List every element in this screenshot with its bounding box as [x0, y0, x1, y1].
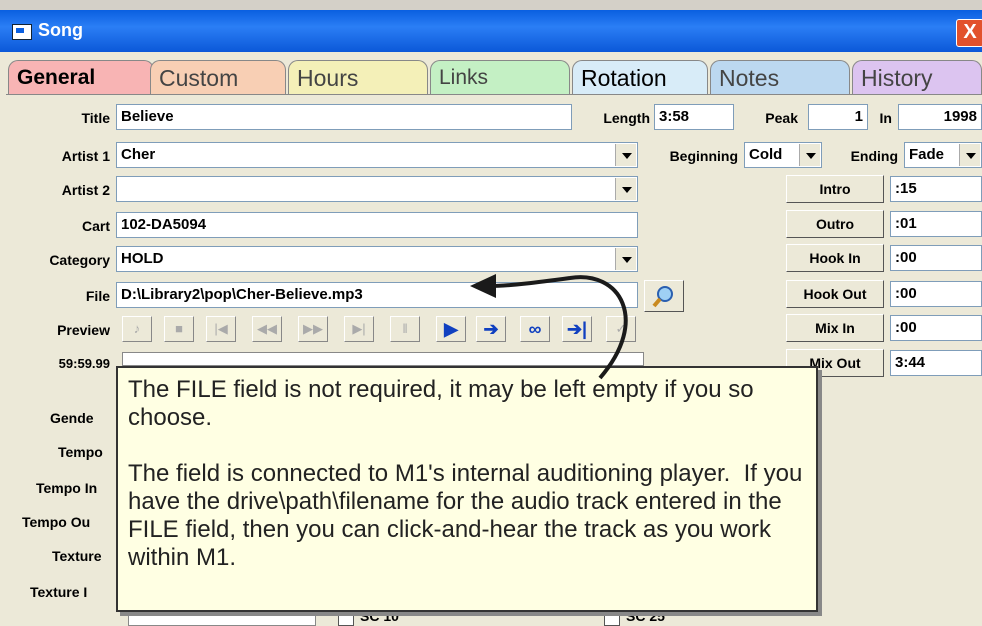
chevron-down-icon[interactable] — [615, 178, 636, 200]
ending-value: Fade — [909, 146, 945, 163]
category-label: Category — [49, 252, 110, 268]
curved-arrow-icon — [470, 274, 628, 380]
length-field[interactable]: 3:58 — [654, 104, 734, 130]
tempo-in-label: Tempo In — [36, 480, 98, 496]
chevron-down-icon[interactable] — [615, 144, 636, 166]
window-title: Song — [38, 20, 83, 40]
title-field[interactable]: Believe — [116, 104, 572, 130]
tab-history[interactable]: History — [852, 60, 982, 94]
length-label: Length — [603, 110, 650, 126]
chevron-down-icon[interactable] — [799, 144, 820, 166]
texture-in-label: Texture I — [30, 584, 88, 600]
beginning-label: Beginning — [669, 148, 738, 164]
artist2-dropdown[interactable] — [116, 176, 638, 202]
file-label: File — [85, 288, 110, 304]
ending-label: Ending — [850, 148, 898, 164]
in-field[interactable]: 1998 — [898, 104, 982, 130]
tab-rotation[interactable]: Rotation — [572, 60, 708, 94]
category-value: HOLD — [121, 250, 164, 267]
title-label: Title — [81, 110, 110, 126]
cart-field[interactable]: 102-DA5094 — [116, 212, 638, 238]
bottom-field[interactable] — [128, 610, 316, 626]
hook-out-field[interactable]: :00 — [890, 281, 982, 307]
intro-field[interactable]: :15 — [890, 176, 982, 202]
artist1-dropdown[interactable]: Cher — [116, 142, 638, 168]
ending-dropdown[interactable]: Fade — [904, 142, 982, 168]
preview-label: Preview — [57, 322, 110, 338]
cart-label: Cart — [81, 218, 110, 234]
tab-general[interactable]: General — [8, 60, 154, 94]
tempo-out-label: Tempo Ou — [22, 514, 91, 530]
chevron-down-icon[interactable] — [959, 144, 980, 166]
peak-label: Peak — [765, 110, 798, 126]
outro-field[interactable]: :01 — [890, 211, 982, 237]
forward-icon[interactable]: ▶▶ — [298, 316, 328, 342]
stop-icon[interactable]: ■ — [164, 316, 194, 342]
volume-icon[interactable]: ♪ — [122, 316, 152, 342]
gender-label: Gende — [50, 410, 94, 426]
time-readout-label: 59:59.99 — [58, 356, 110, 371]
artist1-label: Artist 1 — [61, 148, 110, 164]
app-icon — [12, 24, 32, 40]
artist2-label: Artist 2 — [61, 182, 110, 198]
callout-text: The FILE field is not required, it may b… — [128, 376, 803, 571]
sc10-checkbox[interactable] — [338, 610, 354, 626]
beginning-dropdown[interactable]: Cold — [744, 142, 822, 168]
mix-in-button[interactable]: Mix In — [786, 314, 884, 342]
hook-in-field[interactable]: :00 — [890, 245, 982, 271]
hook-in-button[interactable]: Hook In — [786, 244, 884, 272]
magnifier-icon — [652, 286, 673, 308]
mix-out-field[interactable]: 3:44 — [890, 350, 982, 376]
intro-button[interactable]: Intro — [786, 175, 884, 203]
pause-icon[interactable]: ‖ — [390, 316, 420, 342]
sc25-checkbox[interactable] — [604, 610, 620, 626]
top-strip — [0, 0, 982, 10]
tooltip-callout: The FILE field is not required, it may b… — [116, 366, 818, 612]
texture-label: Texture — [52, 548, 102, 564]
tab-hours[interactable]: Hours — [288, 60, 428, 94]
close-button[interactable]: X — [956, 19, 982, 47]
mix-in-field[interactable]: :00 — [890, 315, 982, 341]
tab-links[interactable]: Links — [430, 60, 570, 94]
browse-file-button[interactable] — [644, 280, 684, 312]
skip-start-icon[interactable]: |◀ — [206, 316, 236, 342]
artist1-value: Cher — [121, 146, 156, 163]
tab-notes[interactable]: Notes — [710, 60, 850, 94]
title-bar — [0, 10, 982, 52]
hook-out-button[interactable]: Hook Out — [786, 280, 884, 308]
tab-custom[interactable]: Custom — [150, 60, 286, 94]
in-label: In — [879, 110, 892, 126]
rewind-icon[interactable]: ◀◀ — [252, 316, 282, 342]
tempo-label: Tempo — [58, 444, 103, 460]
beginning-value: Cold — [749, 146, 783, 163]
outro-button[interactable]: Outro — [786, 210, 884, 238]
peak-field[interactable]: 1 — [808, 104, 868, 130]
skip-end-icon[interactable]: ▶| — [344, 316, 374, 342]
